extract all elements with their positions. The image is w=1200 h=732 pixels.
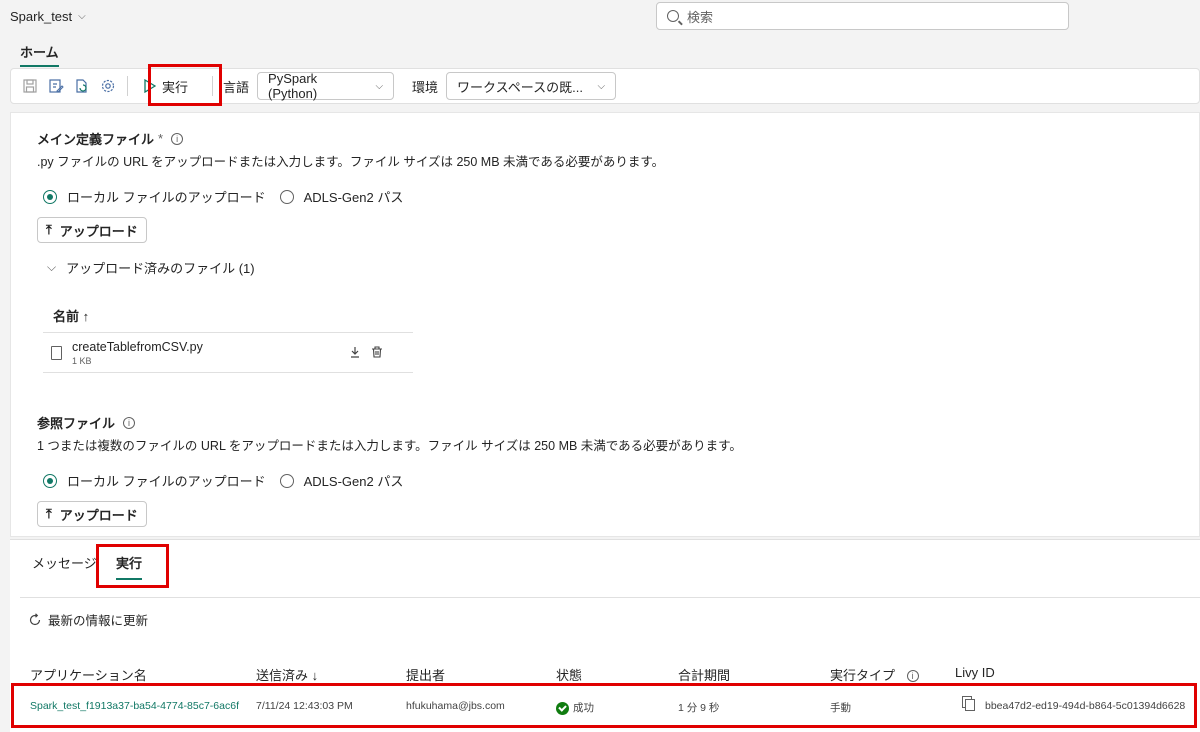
upload-label: アップロード [59,223,138,239]
refresh-file-icon[interactable] [69,73,95,99]
search-icon [667,10,679,22]
radio-adls-label: ADLS-Gen2 パス [303,474,404,489]
gear-icon[interactable] [95,73,121,99]
language-dropdown[interactable]: PySpark (Python) ⌵ [257,71,395,101]
info-icon[interactable]: i [906,670,919,682]
search-placeholder: 検索 [687,9,714,25]
title-bar: Spark_test ⌵ 検索 [0,0,1200,34]
environment-label: 環境 [412,79,439,95]
column-header-app-name[interactable]: アプリケーション名 [30,665,147,684]
column-header-name[interactable]: 名前 ↑ [43,299,413,333]
info-icon[interactable]: i [123,416,136,429]
main-definition-title: メイン定義ファイル * i [37,129,184,148]
column-header-run-type[interactable]: 実行タイプ i [830,665,919,684]
file-size: 1 KB [72,355,92,366]
runs-tab-highlight-box [96,544,169,588]
tab-home[interactable]: ホーム [20,42,59,67]
definition-panel: メイン定義ファイル * i .py ファイルの URL をアップロードまたは入力… [10,112,1200,537]
reference-files-title-text: 参照ファイル [37,416,116,431]
reference-files-title: 参照ファイル i [37,413,136,432]
radio-local-upload[interactable] [43,189,57,204]
delete-icon[interactable] [371,345,383,363]
upload-button[interactable]: ⤒ アップロード [37,217,147,243]
toolbar-divider [127,76,128,96]
edit-settings-icon[interactable] [43,73,69,99]
environment-value: ワークスペースの既... [457,79,583,95]
save-icon[interactable] [17,73,43,99]
column-header-submitted[interactable]: 送信済み ↓ [256,665,318,684]
upload-button[interactable]: ⤒ アップロード [37,501,147,527]
required-mark: * [158,131,164,146]
upload-label: アップロード [59,507,138,523]
chevron-down-icon: ⌵ [78,11,86,22]
column-header-duration[interactable]: 合計期間 [678,665,730,684]
radio-adls-path[interactable] [279,473,294,488]
info-icon[interactable]: i [171,132,184,145]
uploaded-files-expander[interactable]: ⌵ アップロード済みのファイル (1) [47,258,255,277]
run-row-highlight-box [11,683,1197,728]
chevron-down-icon: ⌵ [47,260,57,274]
tab-messages[interactable]: メッセージ [32,553,97,572]
radio-local-label: ローカル ファイルのアップロード [67,190,266,205]
column-header-submitter[interactable]: 提出者 [406,665,445,684]
language-label: 言語 [223,79,250,95]
file-name: createTablefromCSV.py [72,339,203,354]
language-value: PySpark (Python) [268,71,318,101]
chevron-down-icon: ⌵ [597,80,606,92]
refresh-button[interactable]: 最新の情報に更新 [28,610,148,629]
tabs-divider [20,597,1200,598]
upload-icon: ⤒ [46,222,52,237]
app-title-menu[interactable]: Spark_test ⌵ [10,9,86,24]
search-box[interactable]: 検索 [656,2,1069,30]
table-row[interactable]: createTablefromCSV.py 1 KB [43,333,413,373]
uploaded-files-label: アップロード済みのファイル (1) [66,261,255,276]
radio-adls-label: ADLS-Gen2 パス [303,190,404,205]
main-definition-radio-group: ローカル ファイルのアップロード ADLS-Gen2 パス [43,187,417,206]
refresh-label: 最新の情報に更新 [48,614,149,628]
column-header-status[interactable]: 状態 [556,665,582,684]
main-definition-title-text: メイン定義ファイル [37,132,155,147]
radio-adls-path[interactable] [279,189,294,204]
radio-local-label: ローカル ファイルのアップロード [67,474,266,489]
run-type-label: 実行タイプ [830,668,896,683]
reference-files-radio-group: ローカル ファイルのアップロード ADLS-Gen2 パス [43,471,417,490]
chevron-down-icon: ⌵ [375,80,384,92]
app-title: Spark_test [10,9,73,24]
file-icon [51,345,62,360]
uploaded-files-table: 名前 ↑ createTablefromCSV.py 1 KB [43,299,413,373]
environment-dropdown[interactable]: ワークスペースの既... ⌵ [446,72,617,100]
column-header-livy-id[interactable]: Livy ID [955,665,995,680]
upload-icon: ⤒ [46,506,52,521]
radio-local-upload[interactable] [43,473,57,488]
main-definition-description: .py ファイルの URL をアップロードまたは入力します。ファイル サイズは … [37,155,665,169]
refresh-icon [29,612,41,625]
reference-files-description: 1 つまたは複数のファイルの URL をアップロードまたは入力します。ファイル … [37,439,742,453]
run-highlight-box [148,64,222,106]
download-icon[interactable] [349,345,361,363]
column-header-name-label: 名前 ↑ [53,309,90,324]
